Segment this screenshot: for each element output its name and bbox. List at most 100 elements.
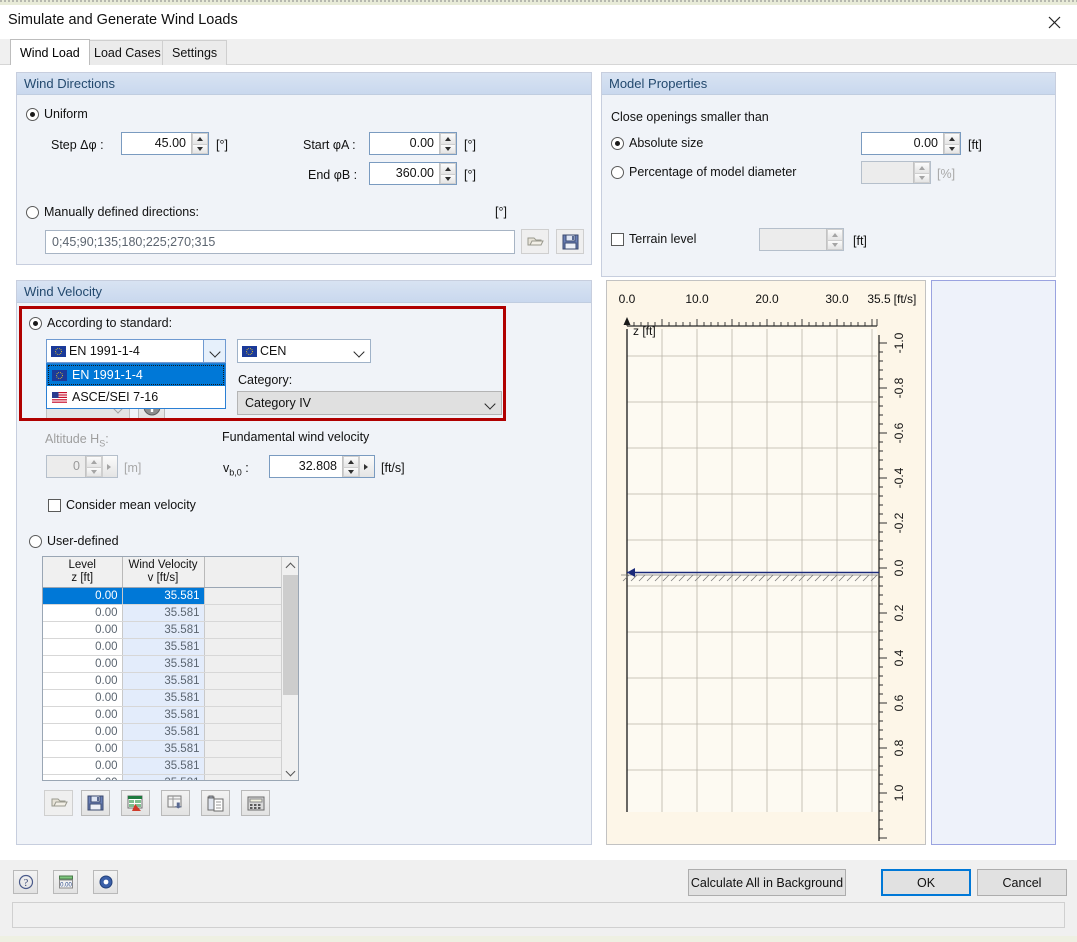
import-table-icon[interactable] <box>44 790 73 816</box>
close-icon[interactable] <box>1031 5 1077 39</box>
table-row[interactable]: 0.0035.581 <box>43 621 281 638</box>
table-row[interactable]: 0.0035.581 <box>43 655 281 672</box>
radio-user-defined[interactable]: User-defined <box>29 534 119 548</box>
wind-velocity-table[interactable]: Level z [ft] Wind Velocity v [ft/s] <box>42 556 299 781</box>
step-spinner-up[interactable] <box>192 133 208 144</box>
fundamental-wind-velocity-spinner[interactable] <box>342 456 359 477</box>
annex-combo-chevron-down-icon[interactable] <box>348 340 370 362</box>
cell-level[interactable]: 0.00 <box>43 740 122 757</box>
cell-wind-velocity[interactable]: 35.581 <box>122 621 204 638</box>
cell-level[interactable]: 0.00 <box>43 604 122 621</box>
absolute-size-spinner-up[interactable] <box>944 133 960 144</box>
cell-level[interactable]: 0.00 <box>43 672 122 689</box>
table-row[interactable]: 0.0035.581 <box>43 587 281 604</box>
cell-wind-velocity[interactable]: 35.581 <box>122 706 204 723</box>
copy-paste-icon[interactable] <box>201 790 230 816</box>
cell-wind-velocity[interactable]: 35.581 <box>122 774 204 780</box>
category-combo-chevron-down-icon[interactable] <box>479 392 501 414</box>
cell-level[interactable]: 0.00 <box>43 638 122 655</box>
table-vertical-scrollbar[interactable] <box>281 557 298 780</box>
category-combo[interactable]: Category IV <box>237 391 502 415</box>
end-spinner[interactable] <box>439 163 456 184</box>
absolute-size-input[interactable]: 0.00 <box>861 132 961 155</box>
export-excel-icon[interactable] <box>121 790 150 816</box>
cancel-button[interactable]: Cancel <box>977 869 1067 896</box>
view-icon[interactable] <box>93 870 118 894</box>
start-input[interactable]: 0.00 <box>369 132 457 155</box>
step-spinner[interactable] <box>191 133 208 154</box>
standard-combo[interactable]: EN 1991-1-4 <box>46 339 226 363</box>
tab-load-cases[interactable]: Load Cases <box>84 40 171 65</box>
standard-option-en-1991-1-4[interactable]: EN 1991-1-4 <box>47 364 225 386</box>
import-excel-icon[interactable] <box>161 790 190 816</box>
cell-level[interactable]: 0.00 <box>43 774 122 780</box>
ok-button[interactable]: OK <box>881 869 971 896</box>
standard-option-asce-sei-7-16[interactable]: ASCE/SEI 7-16 <box>47 386 225 408</box>
units-icon[interactable]: 0.00 <box>53 870 78 894</box>
scroll-up-icon[interactable] <box>282 557 299 574</box>
fundamental-spinner-up[interactable] <box>343 456 359 467</box>
table-row[interactable]: 0.0035.581 <box>43 740 281 757</box>
save-icon[interactable] <box>556 229 584 254</box>
start-spinner-down[interactable] <box>440 144 456 155</box>
tab-wind-load[interactable]: Wind Load <box>10 39 90 65</box>
cell-level[interactable]: 0.00 <box>43 706 122 723</box>
end-spinner-down[interactable] <box>440 174 456 185</box>
absolute-size-spinner[interactable] <box>943 133 960 154</box>
scrollbar-thumb[interactable] <box>283 575 298 695</box>
end-input[interactable]: 360.00 <box>369 162 457 185</box>
radio-absolute-size[interactable]: Absolute size <box>611 136 703 150</box>
table-row[interactable]: 0.0035.581 <box>43 757 281 774</box>
radio-according-to-standard[interactable]: According to standard: <box>29 316 172 330</box>
checkbox-consider-mean-velocity[interactable]: Consider mean velocity <box>48 498 196 512</box>
calculator-icon[interactable] <box>241 790 270 816</box>
calculate-all-in-background-button[interactable]: Calculate All in Background <box>688 869 846 896</box>
cell-level[interactable]: 0.00 <box>43 757 122 774</box>
start-spinner-up[interactable] <box>440 133 456 144</box>
help-icon[interactable]: ? <box>13 870 38 894</box>
cell-wind-velocity[interactable]: 35.581 <box>122 587 204 604</box>
cell-wind-velocity[interactable]: 35.581 <box>122 723 204 740</box>
end-spinner-up[interactable] <box>440 163 456 174</box>
fundamental-spinner-down[interactable] <box>343 467 359 478</box>
absolute-size-spinner-down[interactable] <box>944 144 960 155</box>
import-icon[interactable] <box>521 229 549 254</box>
table-row[interactable]: 0.0035.581 <box>43 774 281 780</box>
cell-wind-velocity[interactable]: 35.581 <box>122 672 204 689</box>
cell-level[interactable]: 0.00 <box>43 587 122 604</box>
cell-wind-velocity[interactable]: 35.581 <box>122 638 204 655</box>
tab-settings[interactable]: Settings <box>162 40 227 65</box>
wind-velocity-chart[interactable]: 0.0 10.0 20.0 30.0 35.5 [ft/s] z [ft] <box>606 280 926 845</box>
step-spinner-down[interactable] <box>192 144 208 155</box>
table-row[interactable]: 0.0035.581 <box>43 706 281 723</box>
cell-wind-velocity[interactable]: 35.581 <box>122 757 204 774</box>
start-spinner[interactable] <box>439 133 456 154</box>
table-row[interactable]: 0.0035.581 <box>43 689 281 706</box>
step-input[interactable]: 45.00 <box>121 132 209 155</box>
standard-dropdown-list[interactable]: EN 1991-1-4 ASCE/SEI 7-16 <box>46 363 226 409</box>
fundamental-more-button[interactable] <box>359 456 374 477</box>
cell-wind-velocity[interactable]: 35.581 <box>122 689 204 706</box>
fundamental-wind-velocity-input[interactable]: 32.808 <box>269 455 375 478</box>
scroll-down-icon[interactable] <box>282 763 299 780</box>
standard-combo-chevron-down-icon[interactable] <box>203 340 225 362</box>
radio-manual-directions[interactable]: Manually defined directions: <box>26 205 199 219</box>
cell-wind-velocity[interactable]: 35.581 <box>122 655 204 672</box>
cell-level[interactable]: 0.00 <box>43 723 122 740</box>
cell-level[interactable]: 0.00 <box>43 655 122 672</box>
table-row[interactable]: 0.0035.581 <box>43 672 281 689</box>
checkbox-terrain-level[interactable]: Terrain level <box>611 232 696 246</box>
radio-uniform[interactable]: Uniform <box>26 107 88 121</box>
manual-directions-input[interactable]: 0;45;90;135;180;225;270;315 <box>45 230 515 254</box>
table-row[interactable]: 0.0035.581 <box>43 723 281 740</box>
cell-level[interactable]: 0.00 <box>43 689 122 706</box>
cell-level[interactable]: 0.00 <box>43 621 122 638</box>
cell-wind-velocity[interactable]: 35.581 <box>122 604 204 621</box>
radio-percentage-of-model-diameter[interactable]: Percentage of model diameter <box>611 165 796 179</box>
save-table-icon[interactable] <box>81 790 110 816</box>
terrain-level-value <box>760 229 826 250</box>
table-row[interactable]: 0.0035.581 <box>43 604 281 621</box>
table-row[interactable]: 0.0035.581 <box>43 638 281 655</box>
annex-combo[interactable]: CEN <box>237 339 371 363</box>
cell-wind-velocity[interactable]: 35.581 <box>122 740 204 757</box>
